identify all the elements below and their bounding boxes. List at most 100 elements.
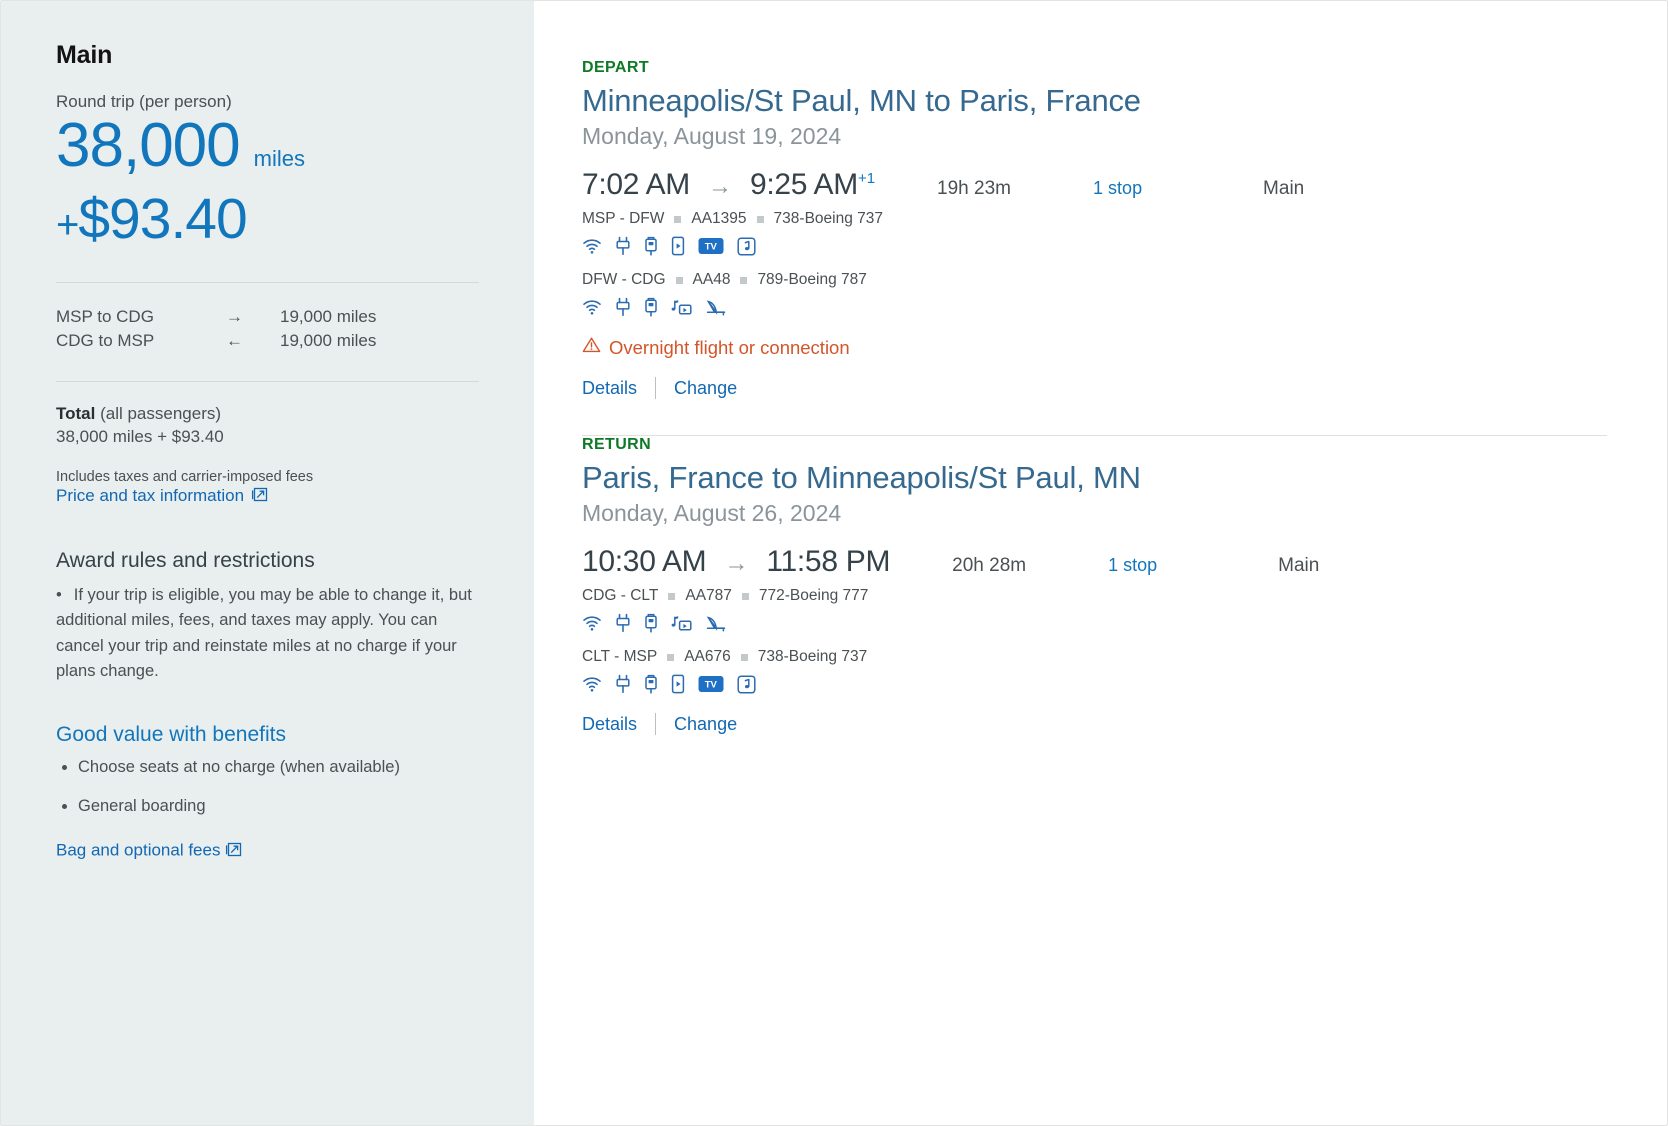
svg-text:TV: TV — [705, 241, 718, 252]
price-plus-sign: + — [56, 203, 79, 248]
usb-port-icon — [644, 613, 658, 633]
flight-duration: 20h 28m — [952, 555, 1027, 576]
segment-flight-number: AA787 — [685, 587, 732, 604]
tv-icon: TV — [698, 675, 724, 693]
miles-amount: 38,000 — [56, 111, 241, 180]
separator-square-icon — [668, 592, 676, 600]
cabin-label: Main — [1263, 178, 1305, 199]
total-amount: 38,000 miles + $93.40 — [56, 426, 224, 446]
power-outlet-icon — [615, 236, 631, 256]
direction-label-depart: DEPART — [582, 59, 649, 76]
bag-and-optional-fees-label: Bag and optional fees — [56, 840, 221, 860]
flight-duration: 19h 23m — [937, 178, 1011, 199]
total-label: Total (all passengers) — [56, 404, 479, 424]
amenities-row — [582, 612, 1607, 634]
segment-aircraft: 738-Boeing 737 — [773, 210, 884, 227]
segment-flight-number: AA676 — [684, 648, 731, 665]
warning-triangle-icon — [582, 336, 601, 359]
svg-text:TV: TV — [705, 679, 718, 690]
stops-link[interactable]: 1 stop — [1093, 178, 1185, 199]
stops-link[interactable]: 1 stop — [1108, 555, 1200, 576]
segment-meta: DFW - CDG AA48 789-Boeing 787 — [582, 271, 1607, 289]
segment-airports: CLT - MSP — [582, 648, 658, 665]
bullet-icon: • — [56, 585, 62, 604]
leg-miles: 19,000 miles — [280, 306, 377, 326]
flight-times-row-depart: 7:02 AM → 9:25 AM +1 19h 23m 1 stop Main — [582, 168, 1607, 202]
segment-airports: CDG - CLT — [582, 587, 659, 604]
award-flight-summary-page: Main Round trip (per person) 38,000 mile… — [0, 0, 1668, 1126]
segment-meta: CDG - CLT AA787 772-Boeing 777 — [582, 587, 1607, 605]
media-video-icon — [671, 298, 692, 317]
segment-flight-number: AA1395 — [691, 210, 747, 227]
device-streaming-icon — [671, 236, 685, 256]
cash-price-row: +$93.40 — [56, 185, 479, 253]
wifi-icon — [582, 298, 602, 316]
details-link[interactable]: Details — [582, 714, 637, 735]
external-link-icon — [225, 840, 242, 862]
segment-airports: MSP - DFW — [582, 210, 665, 227]
segment-aircraft: 789-Boeing 787 — [757, 271, 867, 288]
itinerary-return: RETURN Paris, France to Minneapolis/St P… — [582, 436, 1607, 735]
route-date-depart: Monday, August 19, 2024 — [582, 123, 842, 149]
media-video-icon — [671, 614, 692, 633]
cabin-title: Main — [56, 41, 113, 69]
power-outlet-icon — [615, 613, 631, 633]
table-row: CDG to MSP ← 19,000 miles — [56, 329, 479, 353]
miles-unit-label: miles — [253, 146, 305, 171]
depart-time: 10:30 AM — [582, 545, 707, 578]
leg-miles-table: MSP to CDG → 19,000 miles CDG to MSP ← 1… — [56, 305, 479, 353]
arrow-left-icon: ← — [226, 330, 243, 350]
change-link[interactable]: Change — [674, 714, 737, 735]
leg-route: MSP to CDG — [56, 306, 154, 326]
itinerary-panel: DEPART Minneapolis/St Paul, MN to Paris,… — [534, 1, 1667, 1125]
price-and-tax-information-label: Price and tax information — [56, 485, 245, 505]
segment-airports: DFW - CDG — [582, 271, 666, 288]
segment-meta: MSP - DFW AA1395 738-Boeing 737 — [582, 210, 1607, 228]
lie-flat-seat-icon — [705, 614, 727, 633]
price-and-tax-information-link[interactable]: Price and tax information — [56, 485, 268, 507]
route-title-return: Paris, France to Minneapolis/St Paul, MN — [582, 460, 1141, 495]
itinerary-actions-depart: Details Change — [582, 377, 1607, 399]
direction-label-return: RETURN — [582, 436, 652, 453]
usb-port-icon — [644, 297, 658, 317]
details-link[interactable]: Details — [582, 378, 637, 399]
cash-price-amount: $93.40 — [78, 187, 247, 252]
total-label-bold: Total — [56, 403, 96, 423]
arrow-right-icon: → — [226, 306, 243, 326]
table-row: MSP to CDG → 19,000 miles — [56, 305, 479, 329]
segment-meta: CLT - MSP AA676 738-Boeing 737 — [582, 648, 1607, 666]
leg-miles: 19,000 miles — [280, 330, 377, 350]
award-rules-text: • If your trip is eligible, you may be ab… — [56, 583, 479, 685]
route-title-depart: Minneapolis/St Paul, MN to Paris, France — [582, 83, 1141, 118]
arrow-right-icon: → — [724, 550, 749, 577]
music-icon — [737, 674, 756, 694]
flight-segment: DFW - CDG AA48 789-Boeing 787 — [582, 271, 1607, 318]
day-offset-badge: +1 — [857, 170, 876, 187]
bag-and-optional-fees-link[interactable]: Bag and optional fees — [56, 840, 479, 862]
route-date-return: Monday, August 26, 2024 — [582, 500, 842, 526]
change-link[interactable]: Change — [674, 378, 737, 399]
amenities-row — [582, 296, 1607, 318]
segment-flight-number: AA48 — [692, 271, 731, 288]
action-separator — [655, 377, 657, 399]
device-streaming-icon — [671, 674, 685, 694]
separator-square-icon — [674, 215, 682, 223]
flight-times-row-return: 10:30 AM → 11:58 PM 20h 28m 1 stop Main — [582, 545, 1607, 579]
segment-aircraft: 772-Boeing 777 — [758, 587, 869, 604]
wifi-icon — [582, 237, 602, 255]
amenities-row: TV — [582, 673, 1607, 695]
arrow-right-icon: → — [707, 173, 732, 200]
fare-summary-sidebar: Main Round trip (per person) 38,000 mile… — [1, 1, 534, 1125]
divider — [56, 281, 479, 283]
divider — [56, 380, 479, 382]
separator-square-icon — [740, 276, 748, 284]
overnight-warning: Overnight flight or connection — [582, 336, 1607, 359]
benefits-heading: Good value with benefits — [56, 722, 286, 746]
flight-segment: CLT - MSP AA676 738-Boeing 737 TV — [582, 648, 1607, 695]
separator-square-icon — [675, 276, 683, 284]
external-link-icon — [251, 485, 268, 507]
award-rules-body: If your trip is eligible, you may be abl… — [56, 585, 472, 681]
usb-port-icon — [644, 236, 658, 256]
tv-icon: TV — [698, 237, 724, 255]
wifi-icon — [582, 614, 602, 632]
